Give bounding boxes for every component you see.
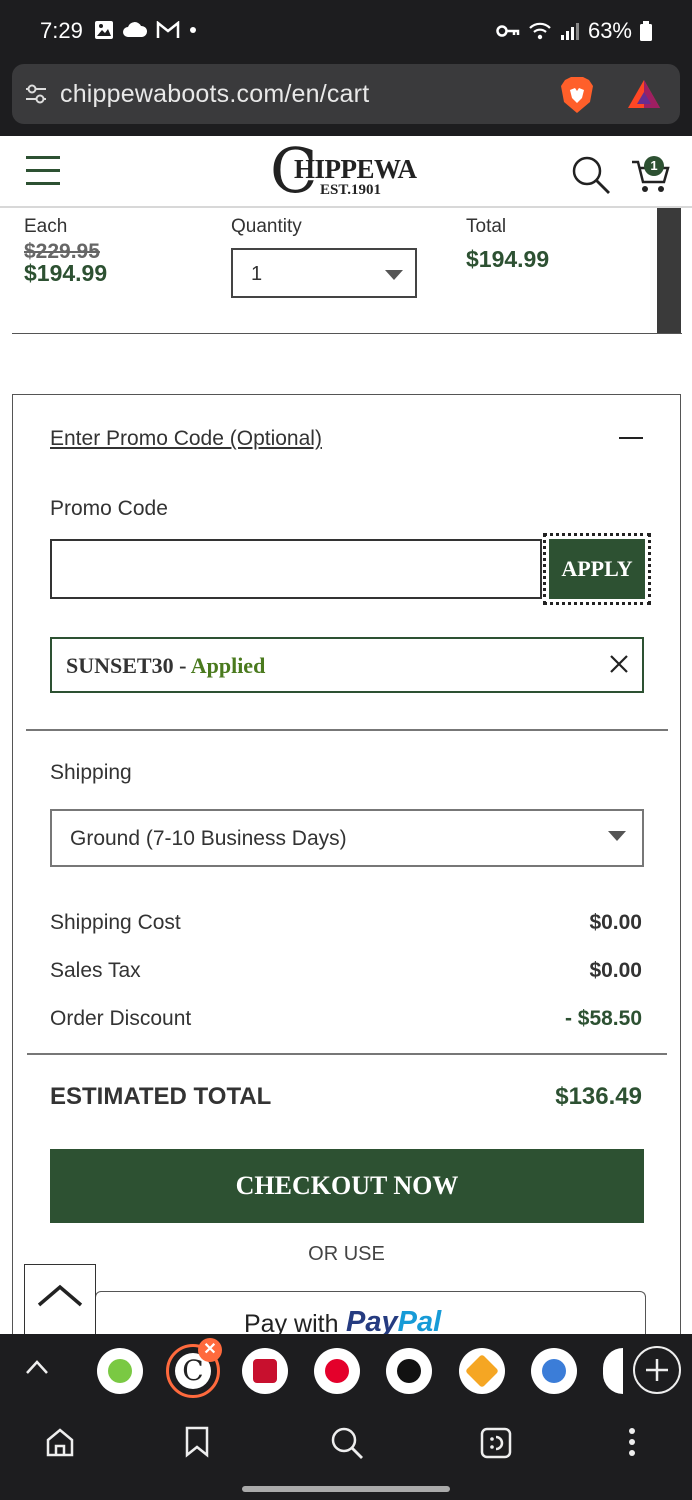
site-header: C HIPPEWA EST.1901	[0, 134, 692, 208]
back-to-top-button[interactable]	[24, 1264, 96, 1336]
tab-favicon[interactable]	[603, 1348, 623, 1394]
new-tab-button[interactable]	[633, 1346, 681, 1394]
quantity-value: 1	[251, 263, 263, 285]
order-discount-value: - $58.50	[564, 1007, 642, 1030]
applied-status: Applied	[190, 653, 266, 678]
shipping-method-select[interactable]: Ground (7-10 Business Days)	[50, 809, 644, 867]
shipping-label: Shipping	[50, 761, 132, 784]
remove-promo-close-icon[interactable]	[608, 653, 630, 675]
applied-promo-chip: SUNSET30 - Applied	[50, 637, 644, 693]
quantity-label: Quantity	[231, 216, 302, 237]
tab-favicon[interactable]	[242, 1348, 288, 1394]
sales-tax-value: $0.00	[589, 959, 642, 982]
url-text[interactable]: chippewaboots.com/en/cart	[60, 80, 369, 109]
gallery-icon	[95, 21, 113, 39]
total-label: Total	[466, 216, 507, 237]
line-total: $194.99	[466, 246, 550, 272]
close-tab-icon[interactable]: ✕	[198, 1338, 222, 1362]
home-icon[interactable]	[44, 1426, 76, 1458]
notification-icons	[94, 20, 198, 40]
apply-button-focus-ring: APPLY	[543, 533, 651, 605]
menu-icon[interactable]	[26, 156, 60, 188]
status-right: 63%	[496, 18, 652, 44]
vpn-key-icon	[496, 25, 520, 37]
sale-price: $194.99	[24, 260, 108, 286]
scrollbar[interactable]	[657, 208, 681, 333]
search-icon[interactable]	[330, 1426, 364, 1460]
browser-tab-strip: C ✕	[0, 1334, 692, 1410]
brave-rewards-icon[interactable]	[626, 78, 662, 110]
chippewa-logo[interactable]: C HIPPEWA EST.1901	[270, 134, 420, 207]
gesture-bar[interactable]	[242, 1486, 450, 1492]
plus-icon	[646, 1359, 668, 1381]
collapse-icon[interactable]	[619, 437, 643, 439]
cart-count-badge: 1	[644, 156, 664, 176]
divider	[27, 1053, 667, 1055]
dot-icon	[190, 27, 196, 33]
tabs-icon[interactable]	[479, 1426, 513, 1460]
browser-toolbar: chippewaboots.com/en/cart	[0, 62, 692, 136]
browser-bottom-nav	[0, 1410, 692, 1500]
estimated-total-value: $136.49	[555, 1083, 642, 1110]
address-bar[interactable]: chippewaboots.com/en/cart	[12, 64, 680, 124]
order-discount-label: Order Discount	[50, 1007, 192, 1030]
estimated-total-label: ESTIMATED TOTAL	[50, 1083, 272, 1110]
more-options-icon[interactable]	[622, 1426, 642, 1458]
applied-separator: -	[173, 653, 191, 678]
promo-code-label: Promo Code	[50, 497, 168, 520]
status-time: 7:29	[40, 18, 83, 43]
applied-code: SUNSET30	[66, 653, 174, 678]
cloud-icon	[123, 22, 148, 37]
tab-favicon[interactable]	[97, 1348, 143, 1394]
order-summary-panel: Enter Promo Code (Optional) Promo Code A…	[12, 394, 681, 1354]
shipping-method-value: Ground (7-10 Business Days)	[70, 827, 347, 850]
signal-icon	[560, 23, 579, 40]
promo-toggle-link[interactable]: Enter Promo Code (Optional)	[50, 427, 322, 451]
quantity-select[interactable]: 1	[231, 248, 417, 298]
bookmark-icon[interactable]	[184, 1426, 210, 1458]
tab-favicon[interactable]	[459, 1348, 505, 1394]
gmail-icon	[156, 21, 180, 38]
site-settings-icon[interactable]	[24, 82, 48, 106]
chevron-up-icon[interactable]	[24, 1358, 50, 1376]
brave-shields-icon[interactable]	[560, 76, 594, 114]
tab-favicon[interactable]	[314, 1348, 360, 1394]
shipping-cost-value: $0.00	[589, 911, 642, 934]
tab-favicon[interactable]	[386, 1348, 432, 1394]
applied-promo-text: SUNSET30 - Applied	[66, 653, 265, 679]
search-icon[interactable]	[570, 154, 612, 196]
or-use-label: OR USE	[308, 1243, 385, 1265]
battery-percent: 63%	[587, 18, 632, 43]
divider	[26, 729, 668, 731]
cart-line-item: Each $229.95 $194.99 Quantity 1 Total $1…	[12, 208, 682, 334]
each-label: Each	[24, 216, 68, 237]
apply-button[interactable]: APPLY	[549, 539, 645, 599]
chevron-up-icon	[37, 1284, 83, 1307]
chevron-down-icon	[608, 831, 626, 841]
checkout-now-button[interactable]: CHECKOUT NOW	[50, 1149, 644, 1223]
chevron-down-icon	[385, 270, 403, 280]
wifi-icon	[529, 22, 551, 40]
battery-icon	[640, 21, 652, 41]
sales-tax-label: Sales Tax	[50, 959, 141, 982]
status-bar: 7:29 63%	[0, 0, 692, 62]
tab-favicon[interactable]	[531, 1348, 577, 1394]
shipping-cost-label: Shipping Cost	[50, 911, 181, 934]
promo-code-input[interactable]	[50, 539, 542, 599]
